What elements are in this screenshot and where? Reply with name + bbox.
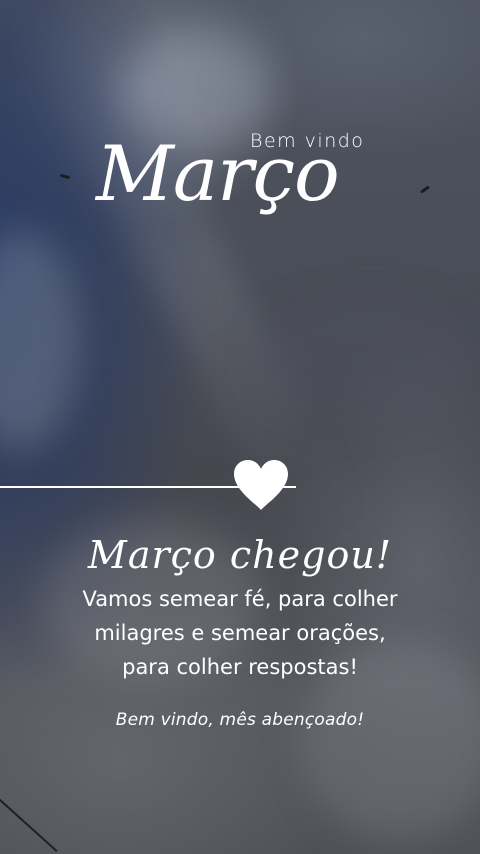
power-wire: [0, 790, 58, 852]
story-background: Março Bem vindo Março chegou! Vamos seme…: [0, 0, 480, 854]
message-body: Vamos semear fé, para colher milagres e …: [0, 582, 480, 684]
headline: Março chegou!: [87, 533, 393, 577]
welcome-subtitle: Bem vindo: [250, 130, 365, 152]
message-line: para colher respostas!: [122, 655, 358, 679]
message-block: Março chegou! Vamos semear fé, para colh…: [0, 530, 480, 730]
cloud: [0, 230, 80, 450]
closing-text: Bem vindo, mês abençoado!: [115, 710, 365, 730]
cloud-streak: [9, 0, 371, 563]
month-title-block: Março Bem vindo: [0, 120, 480, 240]
message-line: Vamos semear fé, para colher: [82, 587, 398, 611]
heart-icon: [234, 460, 288, 510]
message-line: milagres e semear orações,: [94, 621, 386, 645]
